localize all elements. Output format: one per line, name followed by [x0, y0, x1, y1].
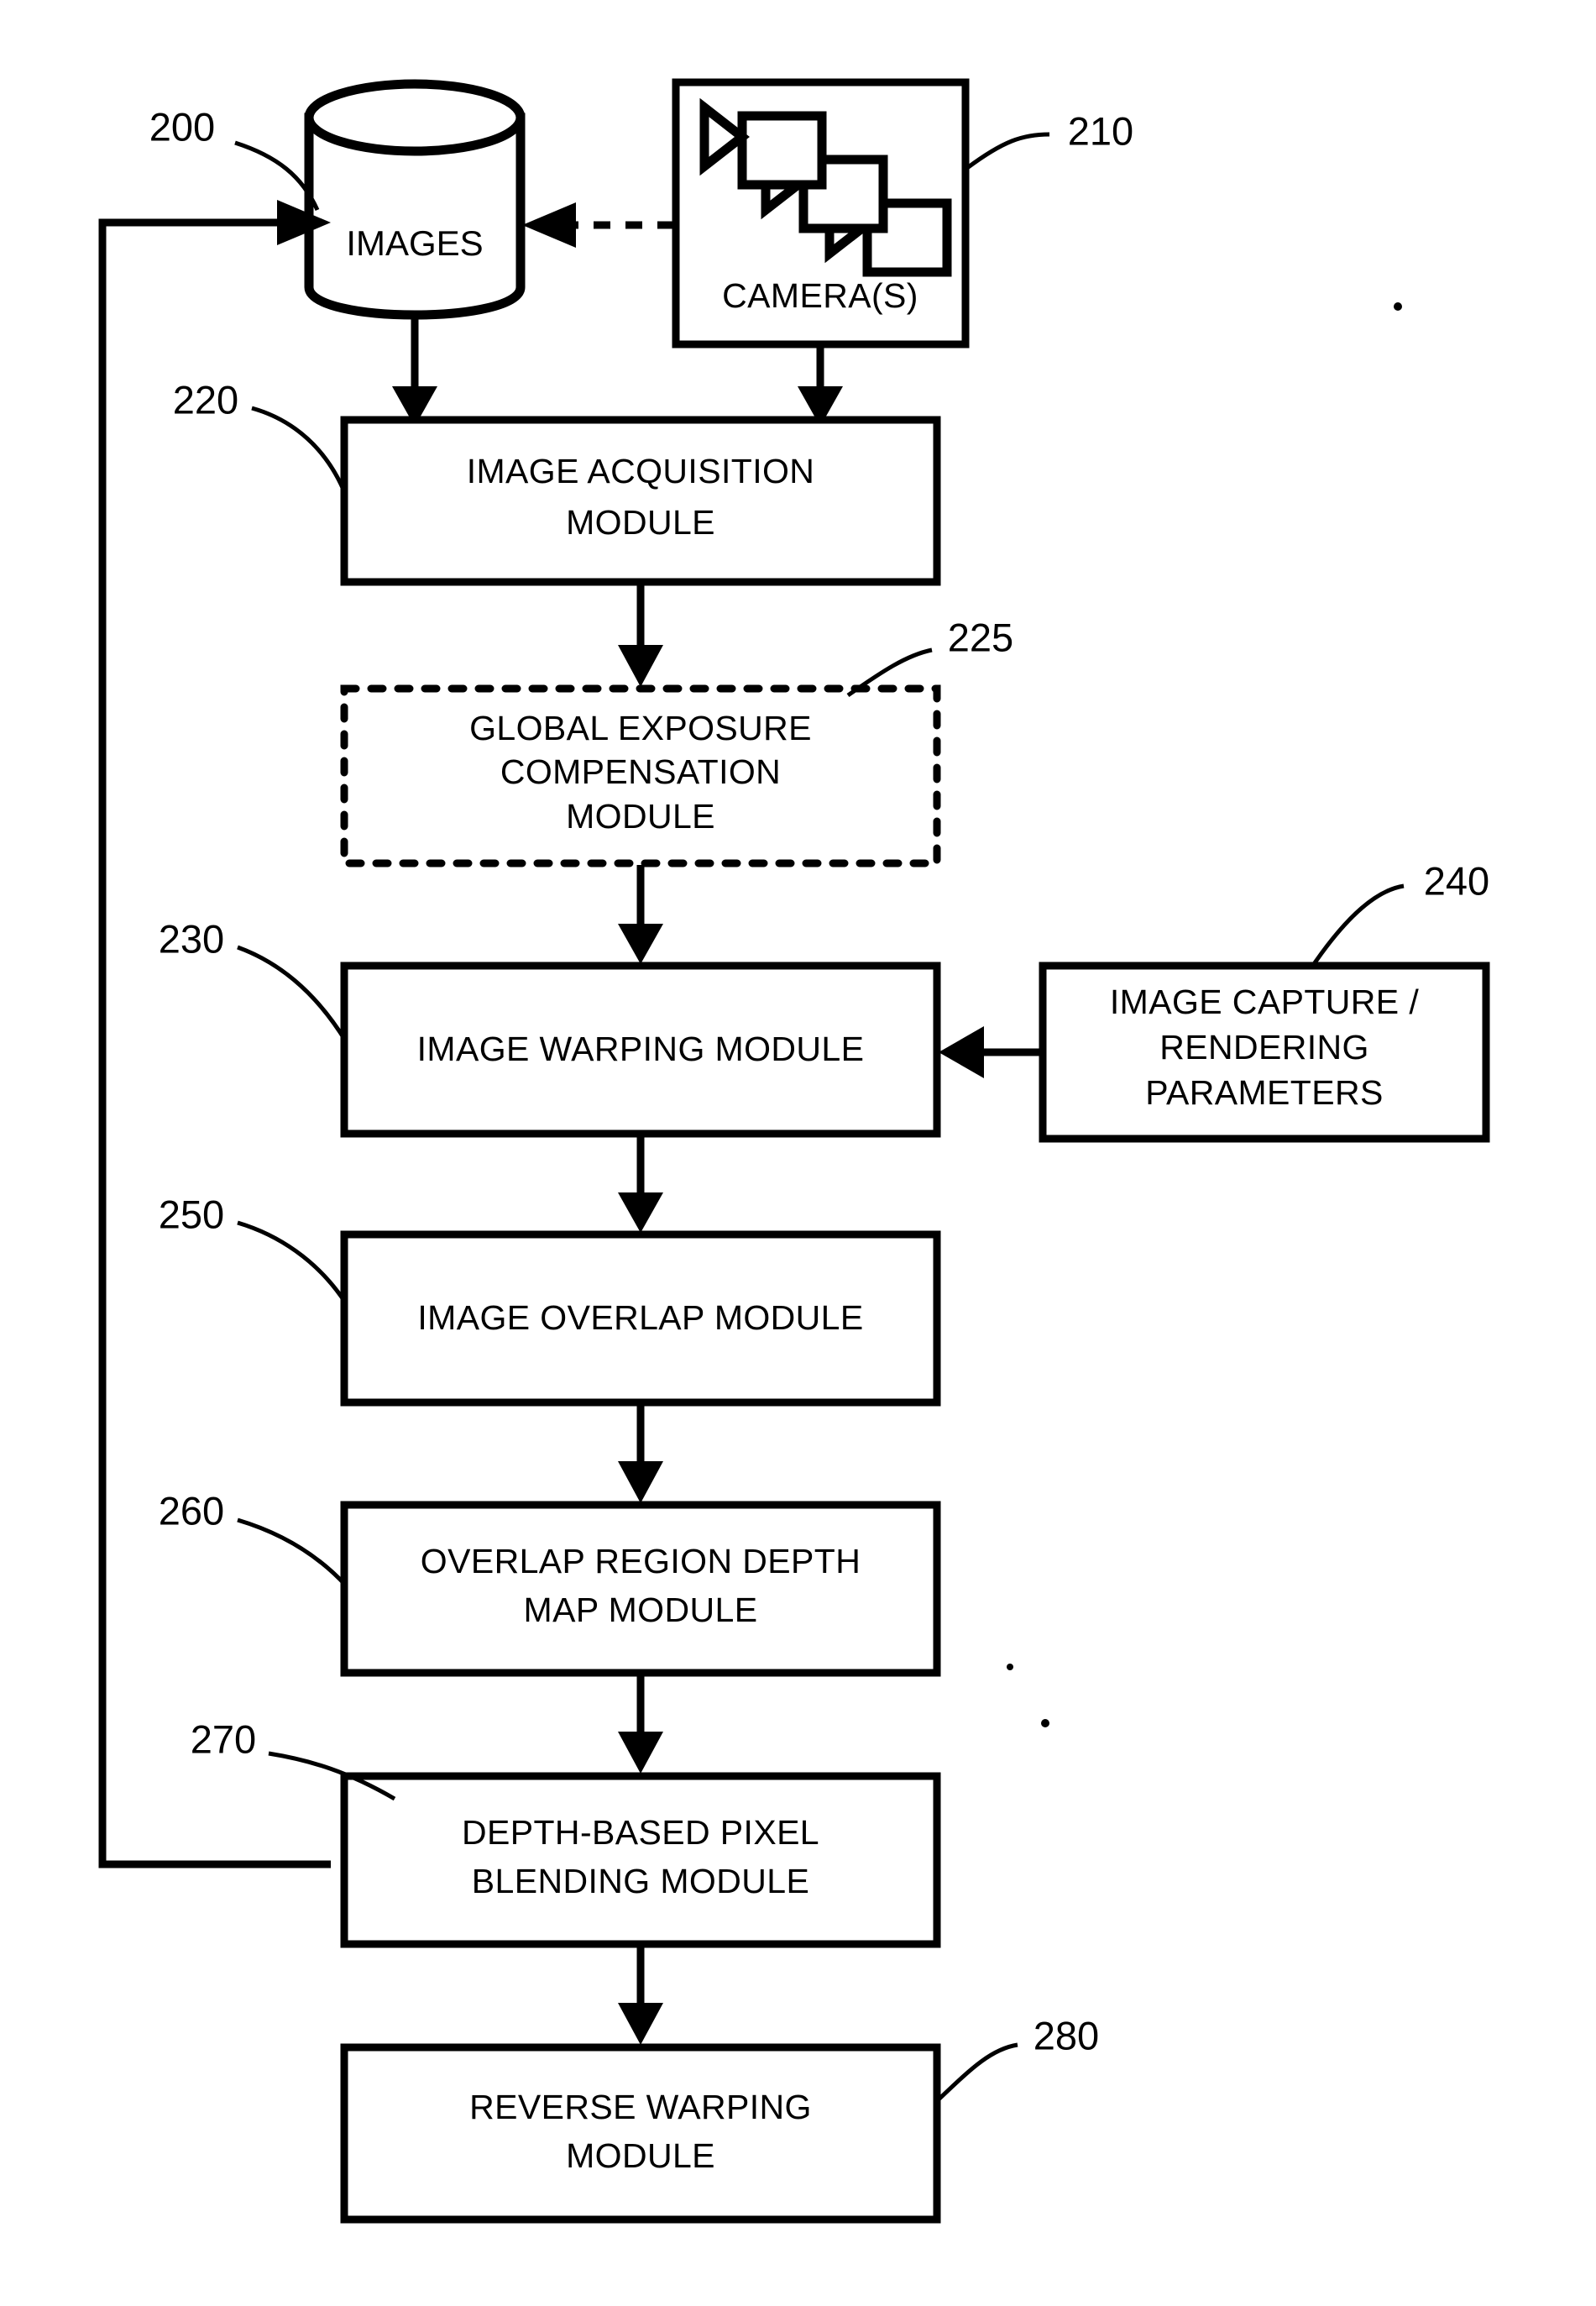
overlap-depth-map-label-line1: OVERLAP REGION DEPTH — [421, 1542, 861, 1580]
edge-blending-to-reverse — [618, 1946, 663, 2045]
images-store-label: IMAGES — [346, 223, 483, 263]
scan-speck — [1394, 302, 1402, 311]
ref-230-group: 230 — [159, 916, 348, 1043]
ref-number-240: 240 — [1424, 858, 1489, 903]
capture-params-label-line3: PARAMETERS — [1145, 1073, 1383, 1112]
cameras-label: CAMERA(S) — [722, 276, 918, 315]
depth-blending-label-line2: BLENDING MODULE — [472, 1862, 809, 1900]
scan-speck — [1041, 1719, 1049, 1727]
ref-240-group: 240 — [1311, 858, 1489, 966]
ref-250-group: 250 — [159, 1192, 348, 1305]
depth-blending-box — [340, 1772, 941, 1948]
edge-cameras-to-acquisition — [798, 346, 843, 427]
ref-number-225: 225 — [948, 615, 1013, 659]
image-acquisition-box — [340, 416, 941, 586]
arrowhead-feedback-to-images — [277, 200, 331, 245]
ref-number-280: 280 — [1033, 2013, 1099, 2057]
arrowhead-exposure-to-warping — [618, 924, 663, 964]
reverse-warping-node: REVERSE WARPING MODULE — [340, 2043, 941, 2224]
capture-params-label-line2: RENDERING — [1159, 1028, 1369, 1067]
capture-params-label-line1: IMAGE CAPTURE / — [1110, 983, 1419, 1021]
overlap-depth-map-label-line2: MAP MODULE — [524, 1591, 758, 1629]
cylinder-top-ellipse — [304, 79, 526, 156]
arrowhead-cameras-to-images — [522, 202, 576, 248]
overlap-depth-map-box — [340, 1501, 941, 1677]
ref-number-210: 210 — [1068, 108, 1133, 153]
global-exposure-label-line1: GLOBAL EXPOSURE — [469, 709, 812, 747]
image-overlap-label: IMAGE OVERLAP MODULE — [417, 1298, 863, 1337]
ref-225-group: 225 — [846, 615, 1013, 698]
edge-params-to-warping — [939, 1026, 1041, 1078]
ref-220-group: 220 — [173, 377, 348, 496]
arrowhead-blending-to-reverse — [618, 2003, 663, 2045]
ref-280-group: 280 — [937, 2013, 1099, 2101]
reverse-warping-label-line1: REVERSE WARPING — [469, 2088, 812, 2126]
arrowhead-depthmap-to-blending — [618, 1732, 663, 1774]
arrowhead-acquisition-to-exposure — [618, 645, 663, 687]
image-acquisition-label-line2: MODULE — [566, 503, 715, 542]
global-exposure-label-line2: COMPENSATION — [500, 752, 781, 791]
image-warping-label: IMAGE WARPING MODULE — [417, 1030, 865, 1068]
cameras-node: CAMERA(S) — [672, 78, 970, 349]
scan-speck — [1007, 1664, 1013, 1670]
ref-210-group: 210 — [965, 108, 1133, 170]
edge-acquisition-to-exposure — [618, 584, 663, 687]
ref-number-250: 250 — [159, 1192, 224, 1236]
edge-cameras-to-images — [522, 202, 674, 248]
figure-canvas: IMAGES 200 CAMERA(S) 210 IMAGE ACQUISITI… — [0, 0, 1596, 2306]
ref-number-260: 260 — [159, 1488, 224, 1533]
feedback-loop-edge — [98, 200, 331, 1868]
depth-blending-node: DEPTH-BASED PIXEL BLENDING MODULE — [340, 1772, 941, 1948]
ref-number-200: 200 — [149, 104, 215, 149]
edge-depthmap-to-blending — [618, 1674, 663, 1774]
reverse-warping-label-line2: MODULE — [566, 2136, 715, 2175]
ref-number-230: 230 — [159, 916, 224, 961]
ref-number-220: 220 — [173, 377, 238, 422]
depth-blending-label-line1: DEPTH-BASED PIXEL — [462, 1813, 819, 1852]
image-acquisition-label-line1: IMAGE ACQUISITION — [467, 452, 815, 490]
arrowhead-params-to-warping — [939, 1026, 984, 1078]
image-acquisition-node: IMAGE ACQUISITION MODULE — [340, 416, 941, 586]
edge-exposure-to-warping — [618, 865, 663, 964]
patent-flow-diagram: IMAGES 200 CAMERA(S) 210 IMAGE ACQUISITI… — [98, 78, 1490, 2224]
global-exposure-node: GLOBAL EXPOSURE COMPENSATION MODULE — [340, 684, 941, 867]
global-exposure-label-line3: MODULE — [566, 797, 715, 836]
edge-images-to-acquisition — [392, 312, 437, 427]
ref-number-270: 270 — [191, 1716, 256, 1761]
reverse-warping-box — [340, 2043, 941, 2224]
edge-overlap-to-depthmap — [618, 1404, 663, 1503]
ref-260-group: 260 — [159, 1488, 348, 1587]
ref-200-group: 200 — [149, 104, 320, 212]
images-datastore: IMAGES — [304, 79, 526, 320]
edge-warping-to-overlap — [618, 1135, 663, 1233]
image-warping-node: IMAGE WARPING MODULE — [340, 962, 941, 1138]
arrowhead-overlap-to-depthmap — [618, 1461, 663, 1503]
overlap-depth-map-node: OVERLAP REGION DEPTH MAP MODULE — [340, 1501, 941, 1677]
arrowhead-warping-to-overlap — [618, 1192, 663, 1233]
capture-params-node: IMAGE CAPTURE / RENDERING PARAMETERS — [1039, 962, 1490, 1143]
image-overlap-node: IMAGE OVERLAP MODULE — [340, 1230, 941, 1407]
